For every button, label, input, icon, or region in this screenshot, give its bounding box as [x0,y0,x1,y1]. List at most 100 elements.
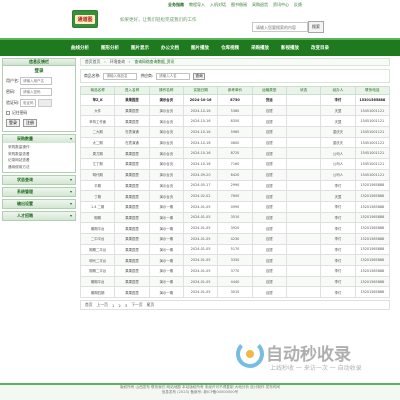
table-row[interactable]: 期期 果果园里 演示一期 2024-01-05 3510 自提 李付 15201565888 [79,211,391,224]
remember-checkbox[interactable] [6,111,10,115]
table-row[interactable]: 明代期 果果园里 演示台页 2024-09-20 6420 自提 公司人 1545100112… [79,168,391,181]
page-next[interactable]: 下一页 [131,302,142,308]
search-button[interactable]: 搜索 [308,21,324,33]
table-cell: 李付 [320,179,356,192]
supplier-filter-input[interactable] [156,72,191,80]
table-cell: 周刀期 [79,147,116,160]
column-header[interactable]: 状态 [285,86,322,95]
page-number[interactable]: 3 [125,303,127,308]
menu-group-header[interactable]: 采购数量 ▾ [3,135,75,143]
table-row[interactable]: 苹构工作面 果果园里 演示台页 2024-10-16 8350 自提 天翼 154510011… [79,115,391,128]
menu-group-header[interactable]: 状态查询 ▾ [3,176,75,184]
table-cell: 演示一期 [148,222,184,234]
table-row[interactable]: 期期二平台 果果园里 演示一期 2024-01-05 3770 自提 李付 152015658… [79,265,391,277]
table-cell: 演示台页 [148,190,184,202]
column-header[interactable]: 进入名称 [114,86,150,95]
top-link-5[interactable]: 采购退货 [252,2,268,8]
table-cell: 自提 [251,222,287,234]
login-button[interactable]: 登录 [6,119,20,127]
top-link-4[interactable]: 图书借阅 [231,2,247,8]
column-header[interactable]: 实施日期 [182,86,219,95]
column-header[interactable]: 商品名称 [79,86,116,95]
table-cell [285,104,322,117]
table-header-row: 商品名称 进入名称 操作名称 实施日期 参考单价 运输类型 状态 经办人 联系电… [79,86,391,95]
table-cell: 15451001121 [354,158,391,170]
data-table: 商品名称 进入名称 操作名称 实施日期 参考单价 运输类型 状态 经办人 联系电… [79,86,391,299]
table-row[interactable]: 期期二平台 果果园里 演示一期 2024-01-05 5170 自提 李付 152015658… [79,243,391,256]
menu-group-header[interactable]: 输出设置 ▾ [3,200,75,208]
top-link-7[interactable]: 反馈 [294,2,302,8]
table-cell: 在表演通 [114,136,150,149]
nav-item-3[interactable]: 图片显示 [125,45,155,51]
table-cell: 8720 [217,147,253,160]
table-row[interactable]: 苹Z_K 果果园里 演示台页 2024-10-16 8750 货运 李付 1530156588… [79,94,391,106]
menu-group-title: 输出设置 [17,201,33,206]
table-row[interactable]: 周刀期 果果园里 演示台页 2024-10-16 8720 自提 公司人 1545100112… [79,147,391,160]
breadcrumb-item[interactable]: 首页首页 [85,59,100,65]
table-cell: 2024-10-16 [182,126,219,138]
menu-group-header[interactable]: 系统管理 ▾ [3,188,75,196]
nav-item-6[interactable]: 仓库视频 [215,45,245,51]
table-row[interactable]: 期期平台 果果园里 演示一期 2024-01-05 3920 自提 李付 1520156588… [79,222,391,234]
table-cell: 15201565888 [354,211,391,224]
table-cell: 果果园里 [114,211,150,224]
nav-item-7[interactable]: 采购播放 [245,45,275,51]
top-link-6[interactable]: 资讯中心 [273,2,289,8]
table-cell: 4230 [217,232,253,245]
captcha-input[interactable] [20,99,36,107]
column-header[interactable]: 操作名称 [148,86,184,95]
nav-item-9[interactable]: 改变目录 [305,45,335,51]
password-input[interactable] [20,88,52,96]
nav-item-4[interactable]: 办公文档 [155,45,185,51]
table-row[interactable]: 1.4 二期 果果园里 演示一期 2024-01-05 4990 自提 李付 15201565… [79,200,391,213]
nav-item-2[interactable]: 图形分析 [95,45,125,51]
column-header[interactable]: 经办人 [320,86,356,95]
chevron-down-icon: ▾ [69,136,72,141]
breadcrumb: 首页首页 › 环境查询 › 查询网络查询数据_资讯 [80,58,390,66]
nav-item-1[interactable]: 曲线分析 [65,45,95,51]
page-number[interactable]: 1 [112,303,114,308]
table-row[interactable]: 江丁期 果果园里 演示台页 2024-10-16 7160 自提 公司人 1545100112… [79,158,391,170]
menu-group-header[interactable]: 人才招聘 ▾ [3,212,75,220]
captcha-image[interactable] [38,99,52,107]
table-cell: 果果园里 [114,200,150,213]
table-row[interactable]: 期期平台 果果园里 演示一期 2024-01-05 4440 自提 李付 1520156588… [79,275,391,288]
page-prev[interactable]: 上一页 [97,302,108,308]
search-input[interactable] [252,22,308,32]
nav-item-5[interactable]: 图片播放 [185,45,215,51]
column-header[interactable]: 运输类型 [251,86,287,95]
top-link-2[interactable]: 教程导入 [189,2,205,8]
table-row[interactable]: 二大期 在表演通 演示台页 2024-10-16 5960 自提 重庆天 1545100112… [79,126,391,138]
table-cell: 自提 [251,286,287,299]
column-header[interactable]: 联系电话 [354,86,391,95]
table-cell: 自提 [251,147,287,160]
username-input[interactable] [20,77,52,85]
nav-item-8[interactable]: 影视播放 [275,45,305,51]
table-cell: 在表演通 [114,126,150,138]
table-row[interactable]: 二中平台 果果园里 演示一期 2024-01-05 4230 自提 李付 1520156588… [79,232,391,245]
table-row[interactable]: 明代二平台 果果园里 演示一期 2024-01-05 3330 自提 李付 152015658… [79,254,391,266]
top-link-3[interactable]: 入机对话 [210,2,226,8]
filter-search-button[interactable]: 查询 [193,72,206,80]
table-row[interactable]: 期期四期 果果园里 演示一期 2024-01-05 3010 自提 李付 1520156588… [79,286,391,299]
table-cell [285,179,322,192]
table-row[interactable]: 大件 果果园里 演示台页 2024-10-16 5360 自提 天翼 15451001121 [79,104,391,117]
column-header[interactable]: 参考单价 [217,86,253,95]
breadcrumb-item[interactable]: 环境查询 [110,59,125,65]
product-filter-input[interactable] [103,72,138,80]
page-last[interactable]: 尾页 [147,302,155,308]
register-button[interactable]: 注册 [23,119,37,127]
table-row[interactable]: 丁期 果果园里 演示台页 2024-02-02 7650 自提 天翼 15201565888 [79,190,391,202]
table-row[interactable]: 大二期 在表演通 演示台页 2024-10-16 4600 自提 重庆天 1545100112… [79,136,391,149]
table-cell: 2024-01-05 [182,200,219,213]
main-nav: 曲线分析 图形分析 图片显示 办公文档 图片播放 仓库视频 采购播放 影视播放 … [0,38,400,56]
table-row[interactable]: 平期 果果园里 演示台页 2024-05-17 2990 自提 李付 15201565888 [79,179,391,192]
top-link-1[interactable]: 业务指南 [168,2,184,8]
table-cell: 演示一期 [148,286,184,299]
submenu-item[interactable]: 通用使用方法 [8,164,75,171]
watermark: 自动秒收录 上线秒收 一 来访一次 一 自动收录 [236,340,386,380]
page-number[interactable]: 2 [118,303,120,308]
site-logo[interactable]: 通道图 [72,10,98,28]
page-first[interactable]: 首页 [85,302,93,308]
table-cell: 演示一期 [148,200,184,213]
